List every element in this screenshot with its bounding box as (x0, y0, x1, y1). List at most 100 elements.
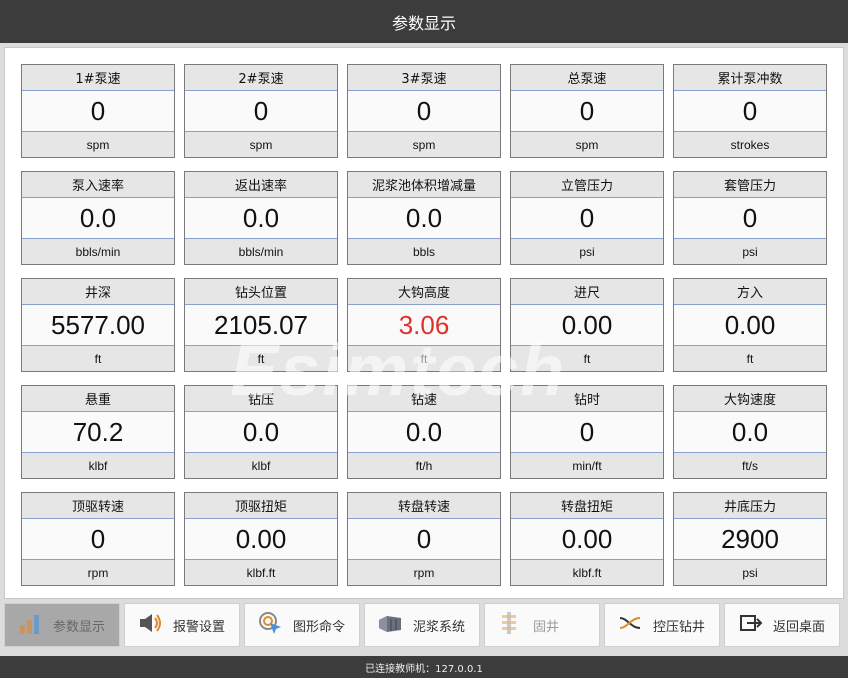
param-value: 0 (348, 519, 500, 560)
param-unit: ft (257, 351, 265, 366)
param-unit: rpm (413, 565, 435, 580)
param-value: 0 (185, 91, 337, 132)
nav-label: 参数显示 (53, 619, 106, 635)
nav-label: 固井 (533, 619, 560, 635)
param-value: 0.00 (511, 519, 663, 560)
param-unit: bbls/min (238, 244, 284, 259)
param-cell: 大钩速度 0.0 ft/s (673, 385, 827, 479)
param-label: 大钩速度 (674, 386, 826, 412)
param-value: 3.06 (348, 305, 500, 346)
param-cell: 钻头位置 2105.07 ft (184, 278, 338, 372)
param-label: 转盘扭矩 (511, 493, 663, 519)
param-unit: min/ft (572, 458, 602, 473)
param-cell: 3#泵速 0 spm (347, 64, 501, 158)
param-cell: 总泵速 0 spm (510, 64, 664, 158)
status-bar: 已连接教师机：127.0.0.1 (0, 656, 848, 678)
param-cell: 顶驱扭矩 0.00 klbf.ft (184, 492, 338, 586)
param-unit: klbf.ft (246, 565, 276, 580)
exit-icon (737, 610, 763, 640)
param-label: 悬重 (22, 386, 174, 412)
param-unit: ft (746, 351, 754, 366)
nav-button[interactable]: 控压钻井 (604, 603, 720, 647)
param-value: 0 (22, 91, 174, 132)
nav-button[interactable]: 图形命令 (244, 603, 360, 647)
param-cell: 泵入速率 0.0 bbls/min (21, 171, 175, 265)
param-cell: 泥浆池体积增减量 0.0 bbls (347, 171, 501, 265)
parameter-grid: 1#泵速 0 spm 2#泵速 0 spm 3#泵速 0 spm 总泵速 0 spm 累计泵冲数 0 str… (21, 64, 827, 586)
bar-chart-icon (17, 610, 43, 640)
param-label: 总泵速 (511, 65, 663, 91)
param-label: 立管压力 (511, 172, 663, 198)
nav-label: 泥浆系统 (413, 619, 466, 635)
param-label: 顶驱扭矩 (185, 493, 337, 519)
param-cell: 转盘转速 0 rpm (347, 492, 501, 586)
crossover-icon (617, 610, 643, 640)
param-value: 0.00 (674, 305, 826, 346)
param-cell: 顶驱转速 0 rpm (21, 492, 175, 586)
param-label: 转盘转速 (348, 493, 500, 519)
nav-button[interactable]: 报警设置 (124, 603, 240, 647)
param-unit: klbf (88, 458, 108, 473)
param-label: 钻压 (185, 386, 337, 412)
nav-label: 图形命令 (293, 619, 346, 635)
nav-label: 返回桌面 (773, 619, 826, 635)
param-unit: psi (742, 565, 758, 580)
param-unit: spm (575, 137, 599, 152)
param-value: 0 (511, 198, 663, 239)
param-unit: ft/h (415, 458, 433, 473)
param-label: 钻速 (348, 386, 500, 412)
nav-button[interactable]: 固井 (484, 603, 600, 647)
param-label: 大钩高度 (348, 279, 500, 305)
param-cell: 井底压力 2900 psi (673, 492, 827, 586)
nav-button[interactable]: 参数显示 (4, 603, 120, 647)
param-value: 0 (22, 519, 174, 560)
param-unit: ft/s (741, 458, 758, 473)
param-value: 0.0 (185, 198, 337, 239)
param-cell: 悬重 70.2 klbf (21, 385, 175, 479)
param-value: 5577.00 (22, 305, 174, 346)
param-unit: psi (742, 244, 758, 259)
param-label: 井底压力 (674, 493, 826, 519)
param-unit: psi (579, 244, 595, 259)
param-value: 0.0 (22, 198, 174, 239)
cementing-icon (497, 610, 523, 640)
tank-icon (377, 610, 403, 640)
param-value: 0 (674, 198, 826, 239)
param-label: 泥浆池体积增减量 (348, 172, 500, 198)
param-value: 0 (511, 412, 663, 453)
bottom-nav: 参数显示 报警设置 图形命令 泥浆系统 固井 控压钻井 返回桌面 (0, 603, 848, 653)
param-value: 0.0 (185, 412, 337, 453)
param-label: 进尺 (511, 279, 663, 305)
param-cell: 方入 0.00 ft (673, 278, 827, 372)
param-label: 返出速率 (185, 172, 337, 198)
param-cell: 1#泵速 0 spm (21, 64, 175, 158)
nav-button[interactable]: 泥浆系统 (364, 603, 480, 647)
param-cell: 立管压力 0 psi (510, 171, 664, 265)
param-unit: spm (412, 137, 436, 152)
nav-label: 报警设置 (173, 619, 226, 635)
param-label: 钻头位置 (185, 279, 337, 305)
param-label: 累计泵冲数 (674, 65, 826, 91)
param-unit: strokes (730, 137, 770, 152)
param-cell: 套管压力 0 psi (673, 171, 827, 265)
param-unit: klbf.ft (572, 565, 602, 580)
param-value: 70.2 (22, 412, 174, 453)
param-label: 2#泵速 (185, 65, 337, 91)
param-cell: 钻时 0 min/ft (510, 385, 664, 479)
param-label: 顶驱转速 (22, 493, 174, 519)
nav-label: 控压钻井 (653, 619, 706, 635)
param-value: 0.0 (674, 412, 826, 453)
param-cell: 钻压 0.0 klbf (184, 385, 338, 479)
param-value: 2105.07 (185, 305, 337, 346)
param-value: 0 (674, 91, 826, 132)
param-unit: ft (583, 351, 591, 366)
nav-button[interactable]: 返回桌面 (724, 603, 840, 647)
connection-status: 已连接教师机：127.0.0.1 (365, 663, 483, 675)
param-cell: 大钩高度 3.06 ft (347, 278, 501, 372)
param-value: 0 (511, 91, 663, 132)
target-cursor-icon (257, 610, 283, 640)
param-label: 3#泵速 (348, 65, 500, 91)
param-unit: ft (94, 351, 102, 366)
param-value: 2900 (674, 519, 826, 560)
param-unit: spm (86, 137, 110, 152)
